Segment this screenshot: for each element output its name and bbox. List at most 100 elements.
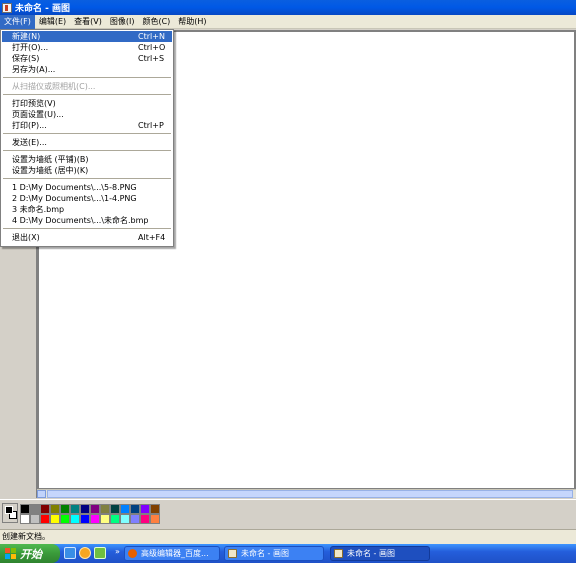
file-menu-dropdown: 新建(N) Ctrl+N 打开(O)... Ctrl+O 保存(S) Ctrl+… — [0, 29, 174, 247]
color-swatch[interactable] — [30, 504, 40, 514]
menu-help[interactable]: 帮助(H) — [174, 15, 210, 29]
menu-item-recent-1[interactable]: 1 D:\My Documents\...\5-8.PNG — [2, 182, 172, 193]
quick-launch — [64, 547, 106, 559]
color-swatch[interactable] — [60, 504, 70, 514]
color-swatch[interactable] — [140, 514, 150, 524]
scroll-left-button[interactable] — [37, 490, 46, 498]
window-title: 未命名 - 画图 — [15, 4, 71, 14]
color-swatch[interactable] — [120, 514, 130, 524]
color-swatch[interactable] — [40, 504, 50, 514]
color-swatch[interactable] — [70, 504, 80, 514]
color-swatch[interactable] — [30, 514, 40, 524]
status-bar: 创建新文档。 — [0, 529, 576, 544]
taskbar-item-paint-2[interactable]: 未命名 - 画图 — [330, 546, 430, 561]
color-swatch[interactable] — [120, 504, 130, 514]
menu-item-label: 1 D:\My Documents\...\5-8.PNG — [12, 183, 137, 192]
color-swatch[interactable] — [60, 514, 70, 524]
paint-icon — [334, 549, 343, 558]
app-icon[interactable] — [94, 547, 106, 559]
color-swatch[interactable] — [50, 504, 60, 514]
status-text: 创建新文档。 — [2, 532, 50, 541]
menu-separator — [3, 94, 171, 95]
color-swatch[interactable] — [70, 514, 80, 524]
color-box — [0, 499, 576, 529]
media-icon[interactable] — [79, 547, 91, 559]
scroll-thumb[interactable] — [47, 490, 573, 498]
menu-item-recent-2[interactable]: 2 D:\My Documents\...\1-4.PNG — [2, 193, 172, 204]
start-button[interactable]: 开始 — [0, 544, 60, 563]
menu-item-label: 从扫描仪或照相机(C)... — [12, 82, 96, 91]
menu-item-shortcut: Ctrl+P — [138, 121, 164, 130]
color-swatch[interactable] — [80, 514, 90, 524]
menu-item-label: 页面设置(U)... — [12, 110, 64, 119]
ie-icon[interactable] — [64, 547, 76, 559]
menu-item-send[interactable]: 发送(E)... — [2, 137, 172, 148]
menu-image[interactable]: 图像(I) — [106, 15, 139, 29]
color-swatch[interactable] — [40, 514, 50, 524]
menu-item-recent-4[interactable]: 4 D:\My Documents\...\未命名.bmp — [2, 215, 172, 226]
menu-separator — [3, 228, 171, 229]
menu-item-label: 打开(O)... — [12, 43, 49, 52]
menu-item-label: 新建(N) — [12, 32, 41, 41]
color-swatch[interactable] — [100, 514, 110, 524]
menu-item-shortcut: Alt+F4 — [138, 233, 166, 242]
quick-launch-chevron-icon[interactable]: » — [115, 547, 120, 556]
color-swatch[interactable] — [130, 514, 140, 524]
color-swatch[interactable] — [80, 504, 90, 514]
menu-edit[interactable]: 编辑(E) — [35, 15, 70, 29]
horizontal-scrollbar[interactable] — [37, 489, 576, 498]
title-bar: 未命名 - 画图 — [0, 0, 576, 15]
menu-file[interactable]: 文件(F) — [0, 14, 35, 29]
color-swatch[interactable] — [90, 514, 100, 524]
color-swatch[interactable] — [20, 504, 30, 514]
paint-app-icon[interactable] — [2, 2, 12, 13]
menu-item-print[interactable]: 打印(P)... Ctrl+P — [2, 120, 172, 131]
menu-item-label: 设置为墙纸 (平铺)(B) — [12, 155, 89, 164]
taskbar-item-browser[interactable]: 高级编辑器_百度... — [124, 546, 220, 561]
menu-item-exit[interactable]: 退出(X) Alt+F4 — [2, 232, 172, 243]
menu-item-label: 另存为(A)... — [12, 65, 56, 74]
color-swatch[interactable] — [100, 504, 110, 514]
color-swatch[interactable] — [110, 504, 120, 514]
color-swatch[interactable] — [90, 504, 100, 514]
menu-item-recent-3[interactable]: 3 未命名.bmp — [2, 204, 172, 215]
menu-item-label: 2 D:\My Documents\...\1-4.PNG — [12, 194, 137, 203]
menu-item-wallpaper-center[interactable]: 设置为墙纸 (居中)(K) — [2, 165, 172, 176]
menu-item-label: 打印预览(V) — [12, 99, 56, 108]
start-label: 开始 — [20, 547, 42, 561]
current-colors — [2, 503, 18, 523]
taskbar-item-paint-1[interactable]: 未命名 - 画图 — [224, 546, 324, 561]
menu-item-save[interactable]: 保存(S) Ctrl+S — [2, 53, 172, 64]
menu-separator — [3, 150, 171, 151]
menu-item-label: 设置为墙纸 (居中)(K) — [12, 166, 89, 175]
task-label: 高级编辑器_百度... — [141, 549, 209, 558]
menu-item-save-as[interactable]: 另存为(A)... — [2, 64, 172, 75]
color-swatch[interactable] — [110, 514, 120, 524]
menu-view[interactable]: 查看(V) — [70, 15, 106, 29]
color-swatch[interactable] — [150, 504, 160, 514]
color-swatch[interactable] — [130, 504, 140, 514]
color-palette — [20, 504, 160, 524]
menu-item-print-preview[interactable]: 打印预览(V) — [2, 98, 172, 109]
menu-item-label: 打印(P)... — [12, 121, 47, 130]
firefox-icon — [128, 549, 137, 558]
color-swatch[interactable] — [140, 504, 150, 514]
menu-item-label: 保存(S) — [12, 54, 40, 63]
task-label: 未命名 - 画图 — [241, 549, 289, 558]
menu-item-page-setup[interactable]: 页面设置(U)... — [2, 109, 172, 120]
menu-separator — [3, 77, 171, 78]
menu-item-label: 发送(E)... — [12, 138, 47, 147]
menu-colors[interactable]: 颜色(C) — [138, 15, 174, 29]
menu-item-wallpaper-tile[interactable]: 设置为墙纸 (平铺)(B) — [2, 154, 172, 165]
color-swatch[interactable] — [150, 514, 160, 524]
menu-separator — [3, 178, 171, 179]
menu-item-label: 3 未命名.bmp — [12, 205, 65, 214]
menu-item-label: 退出(X) — [12, 233, 40, 242]
color-swatch[interactable] — [50, 514, 60, 524]
color-swatch[interactable] — [20, 514, 30, 524]
menu-item-shortcut: Ctrl+N — [138, 32, 165, 41]
menu-item-open[interactable]: 打开(O)... Ctrl+O — [2, 42, 172, 53]
menu-item-shortcut: Ctrl+O — [138, 43, 166, 52]
menu-item-new[interactable]: 新建(N) Ctrl+N — [2, 31, 172, 42]
menu-separator — [3, 133, 171, 134]
